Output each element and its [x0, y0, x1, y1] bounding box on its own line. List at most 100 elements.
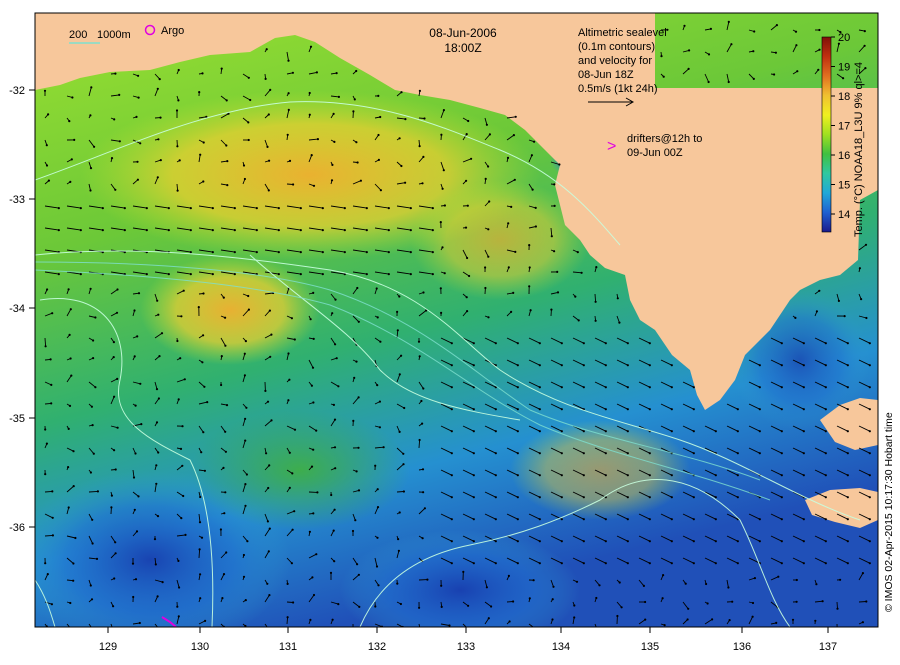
velocity-arrow-head	[815, 583, 817, 585]
velocity-arrow-head	[113, 577, 115, 579]
velocity-arrow-head	[649, 342, 651, 344]
velocity-arrow-head	[91, 406, 93, 408]
map-time: 18:00Z	[444, 41, 481, 55]
velocity-arrow-head	[92, 424, 94, 426]
velocity-arrow-head	[836, 608, 838, 610]
map-date: 08-Jun-2006	[429, 26, 497, 40]
velocity-arrow-head	[266, 48, 268, 50]
velocity-arrow-head	[649, 452, 651, 454]
velocity-arrow-head	[473, 518, 475, 520]
velocity-arrow-head	[139, 622, 141, 624]
colorbar-title: Temp. (°C) NOAA18_L3U 9% ql>=4	[853, 62, 865, 237]
velocity-arrow-head	[451, 364, 453, 366]
velocity-arrow-head	[70, 375, 72, 377]
colorbar-tick-label: 15	[838, 180, 850, 192]
velocity-arrow-head	[539, 518, 541, 520]
velocity-arrow-head	[605, 452, 607, 454]
velocity-arrow-head	[256, 251, 258, 253]
colorbar-tick-label: 18	[838, 91, 850, 103]
velocity-arrow-head	[419, 90, 421, 92]
velocity-arrow-head	[116, 288, 118, 290]
colorbar-tick-label: 19	[838, 62, 850, 74]
velocity-arrow-head	[432, 273, 434, 275]
velocity-arrow-head	[400, 91, 402, 93]
velocity-arrow-head	[444, 272, 446, 274]
velocity-arrow-head	[583, 540, 585, 542]
velocity-arrow-head	[708, 53, 710, 55]
velocity-arrow-head	[357, 447, 359, 449]
velocity-arrow-head	[836, 629, 838, 631]
velocity-arrow-head	[157, 595, 159, 597]
velocity-arrow-head	[737, 496, 739, 498]
altimetry-line-4: 08-Jun 18Z	[578, 69, 634, 81]
velocity-arrow-head	[781, 540, 783, 542]
velocity-arrow-head	[551, 235, 553, 237]
velocity-arrow-head	[118, 94, 120, 96]
velocity-arrow-head	[52, 517, 54, 519]
velocity-arrow-head	[234, 229, 236, 231]
velocity-arrow-head	[177, 190, 179, 192]
velocity-arrow-head	[404, 182, 406, 184]
velocity-arrow-head	[535, 207, 537, 209]
map-plot-area	[10, 13, 878, 650]
velocity-arrow-head	[180, 315, 182, 317]
velocity-arrow-head	[269, 528, 271, 530]
velocity-arrow-head	[268, 189, 270, 191]
velocity-arrow-head	[156, 388, 158, 390]
velocity-arrow-head	[627, 518, 629, 520]
velocity-arrow-head	[248, 139, 250, 141]
velocity-arrow-head	[803, 430, 805, 432]
velocity-arrow-head	[451, 496, 453, 498]
velocity-arrow-head	[448, 624, 450, 626]
velocity-arrow-head	[269, 310, 271, 312]
velocity-arrow-head	[693, 518, 695, 520]
velocity-arrow-head	[451, 342, 453, 344]
velocity-arrow-head	[117, 427, 119, 429]
velocity-arrow-head	[256, 229, 258, 231]
y-axis-latitude: -32-33-34-35-36	[9, 85, 35, 534]
velocity-arrow-head	[352, 420, 354, 422]
velocity-arrow-head	[245, 340, 247, 342]
velocity-arrow-head	[168, 273, 170, 275]
velocity-arrow-head	[334, 446, 336, 448]
velocity-arrow-head	[212, 229, 214, 231]
colorbar-tick-label: 16	[838, 150, 850, 162]
velocity-arrow-head	[419, 629, 421, 631]
velocity-arrow-head	[376, 565, 378, 567]
velocity-arrow-head	[178, 586, 180, 588]
velocity-arrow-head	[94, 386, 96, 388]
velocity-arrow-head	[312, 449, 314, 451]
velocity-arrow-head	[333, 530, 335, 532]
velocity-arrow-head	[244, 505, 246, 507]
velocity-arrow-head	[266, 146, 268, 148]
velocity-arrow-head	[132, 596, 134, 598]
velocity-arrow-head	[847, 562, 849, 564]
velocity-arrow-head	[462, 571, 464, 573]
velocity-arrow-head	[269, 356, 271, 358]
velocity-arrow-head	[244, 374, 246, 376]
velocity-arrow-head	[135, 116, 137, 118]
velocity-arrow-head	[58, 273, 60, 275]
velocity-arrow-head	[67, 466, 69, 468]
velocity-arrow-head	[110, 506, 112, 508]
velocity-arrow-head	[795, 44, 797, 46]
velocity-arrow-head	[116, 312, 118, 314]
velocity-arrow-head	[773, 73, 775, 75]
colorbar-tick-label: 20	[838, 32, 850, 44]
velocity-arrow-head	[287, 134, 289, 136]
velocity-arrow-head	[473, 540, 475, 542]
velocity-arrow-head	[161, 332, 163, 334]
velocity-arrow-head	[839, 579, 841, 581]
velocity-arrow-head	[388, 229, 390, 231]
velocity-arrow-head	[403, 490, 405, 492]
velocity-arrow-head	[190, 207, 192, 209]
velocity-arrow-head	[47, 113, 49, 115]
velocity-arrow-head	[344, 207, 346, 209]
velocity-arrow-head	[561, 342, 563, 344]
velocity-arrow-head	[177, 99, 179, 101]
velocity-arrow-head	[687, 618, 689, 620]
x-tick-label: 135	[641, 641, 659, 653]
x-tick-label: 137	[819, 641, 837, 653]
velocity-arrow-head	[244, 418, 246, 420]
velocity-arrow-head	[775, 622, 777, 624]
